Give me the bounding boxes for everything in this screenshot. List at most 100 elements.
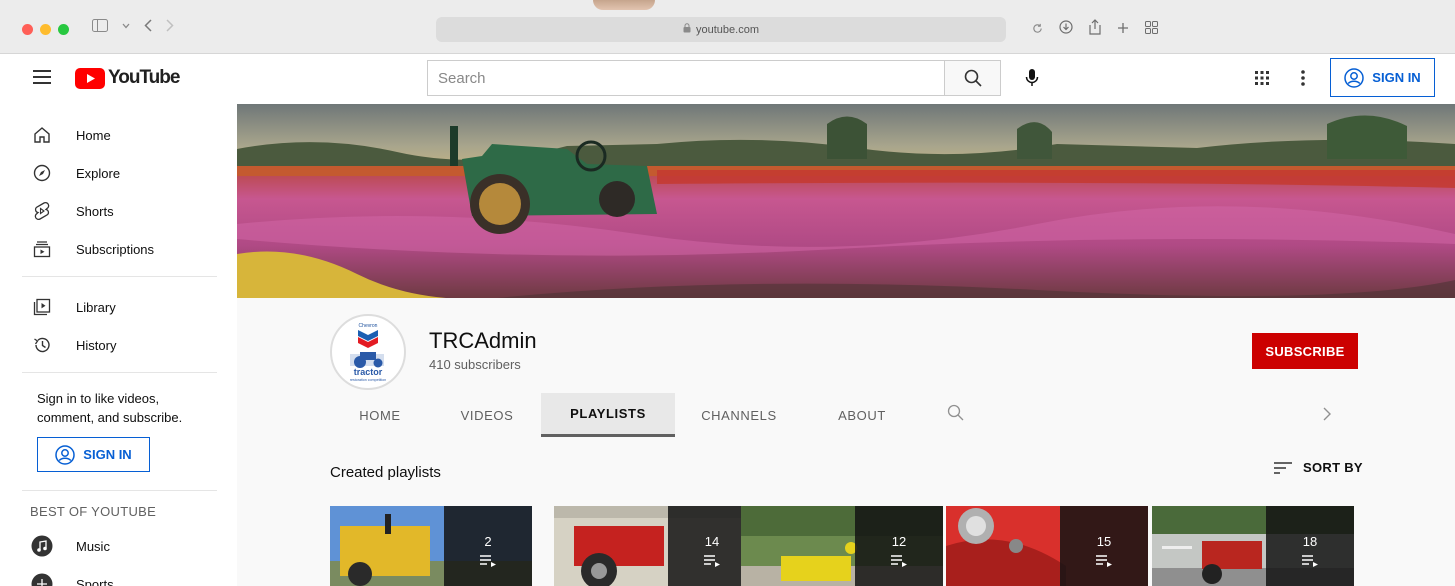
history-icon: [31, 334, 53, 356]
sidebar-item-label: Sports: [76, 576, 114, 586]
sidebar-divider: [22, 276, 217, 277]
video-count: 12: [891, 534, 907, 549]
library-icon: [31, 296, 53, 318]
close-window-button[interactable]: [22, 24, 33, 35]
sidebar-item-sports[interactable]: Sports: [0, 565, 237, 586]
chevron-down-icon[interactable]: [122, 23, 130, 29]
sort-by-label: SORT BY: [1303, 460, 1363, 475]
zoom-window-button[interactable]: [58, 24, 69, 35]
channel-header: Chevron tractor restoration competition …: [237, 298, 1455, 438]
sidebar-item-library[interactable]: Library: [0, 288, 237, 326]
subscriber-count: 410 subscribers: [429, 357, 521, 372]
playlist-card[interactable]: 12: [741, 506, 943, 586]
browser-toolbar: youtube.com: [0, 0, 1455, 54]
channel-search-icon[interactable]: [947, 404, 964, 426]
download-icon[interactable]: [1059, 20, 1073, 39]
playlist-overlay: 12: [855, 506, 943, 586]
sign-in-label: SIGN IN: [1372, 70, 1421, 85]
created-playlists-heading: Created playlists: [330, 464, 441, 481]
sidebar-divider: [22, 372, 217, 373]
search-button[interactable]: [944, 60, 1001, 96]
restoration-text: restoration competition: [350, 378, 386, 382]
menu-icon[interactable]: [33, 70, 51, 84]
tab-about[interactable]: ABOUT: [815, 393, 909, 437]
tab-channels[interactable]: CHANNELS: [687, 393, 791, 437]
account-icon: [1344, 67, 1365, 88]
playlist-card[interactable]: 14: [554, 506, 756, 586]
logo-text: YouTube: [108, 67, 180, 88]
playlist-card[interactable]: 2: [330, 506, 532, 586]
sidebar-item-home[interactable]: Home: [0, 116, 237, 154]
playlist-card[interactable]: 15: [946, 506, 1148, 586]
playlist-icon: [704, 555, 720, 567]
hand-graphic: [593, 0, 655, 10]
sidebar-item-shorts[interactable]: Shorts: [0, 192, 237, 230]
playlist-overlay: 18: [1266, 506, 1354, 586]
video-count: 14: [704, 534, 720, 549]
youtube-logo[interactable]: YouTube: [75, 67, 180, 89]
playlists-section: Created playlists SORT BY 2 14 12 15 18: [237, 438, 1455, 586]
tab-playlists[interactable]: PLAYLISTS: [541, 393, 675, 437]
forward-icon[interactable]: [166, 19, 174, 32]
channel-banner: [237, 104, 1455, 298]
search-icon: [964, 69, 982, 87]
share-icon[interactable]: [1089, 19, 1101, 40]
minimize-window-button[interactable]: [40, 24, 51, 35]
sidebar-item-history[interactable]: History: [0, 326, 237, 364]
sidebar-item-explore[interactable]: Explore: [0, 154, 237, 192]
reload-icon[interactable]: [1032, 21, 1043, 39]
url-text: youtube.com: [696, 23, 759, 36]
tab-home[interactable]: HOME: [335, 393, 425, 437]
more-vert-icon: [1301, 70, 1305, 86]
sign-in-button[interactable]: SIGN IN: [1330, 58, 1435, 97]
best-of-youtube-heading: BEST OF YOUTUBE: [30, 504, 157, 519]
sidebar-divider: [22, 490, 217, 491]
chevron-right-icon[interactable]: [1323, 405, 1331, 426]
settings-more-button[interactable]: [1293, 66, 1313, 90]
address-bar[interactable]: youtube.com: [436, 17, 1006, 42]
microphone-icon: [1025, 69, 1039, 86]
sidebar-item-label: History: [76, 337, 117, 353]
video-count: 15: [1096, 534, 1112, 549]
search-box: [427, 60, 945, 96]
voice-search-button[interactable]: [1018, 64, 1046, 92]
sidebar-toggle-icon[interactable]: [92, 19, 108, 32]
search-input[interactable]: [438, 69, 945, 87]
playlist-overlay: 2: [444, 506, 532, 586]
playlist-icon: [480, 555, 496, 567]
youtube-play-icon: [75, 67, 105, 89]
playlist-card[interactable]: 18: [1152, 506, 1354, 586]
video-count: 18: [1302, 534, 1318, 549]
channel-content: Chevron tractor restoration competition …: [237, 298, 1455, 586]
sidebar-item-label: Library: [76, 299, 116, 315]
apps-grid-icon: [1255, 71, 1269, 85]
tractor-text: tractor: [354, 367, 383, 377]
sidebar-item-label: Explore: [76, 165, 121, 181]
music-icon: [31, 535, 53, 557]
tab-overview-icon[interactable]: [1145, 20, 1158, 39]
apps-button[interactable]: [1250, 66, 1274, 90]
sports-icon: [31, 573, 53, 586]
youtube-masthead: YouTube SIGN IN: [0, 54, 1455, 104]
subscribe-button[interactable]: SUBSCRIBE: [1252, 333, 1358, 369]
home-icon: [31, 124, 53, 146]
channel-avatar[interactable]: Chevron tractor restoration competition: [330, 314, 406, 390]
sidebar-item-music[interactable]: Music: [0, 527, 237, 565]
sidebar-item-subscriptions[interactable]: Subscriptions: [0, 230, 237, 268]
back-icon[interactable]: [144, 19, 152, 32]
video-count: 2: [484, 534, 492, 549]
sort-by-button[interactable]: SORT BY: [1273, 460, 1363, 475]
playlist-icon: [1302, 555, 1318, 567]
tab-videos[interactable]: VIDEOS: [441, 393, 533, 437]
sidebar-sign-in-button[interactable]: SIGN IN: [37, 437, 150, 472]
sidebar-item-label: Subscriptions: [76, 241, 155, 257]
sidebar-item-label: Home: [76, 127, 111, 143]
compass-icon: [31, 162, 53, 184]
playlist-icon: [1096, 555, 1112, 567]
sign-in-label: SIGN IN: [83, 447, 132, 462]
playlist-icon: [891, 555, 907, 567]
new-tab-icon[interactable]: [1117, 21, 1129, 39]
playlist-overlay: 15: [1060, 506, 1148, 586]
shorts-icon: [31, 200, 53, 222]
channel-tabs: HOME VIDEOS PLAYLISTS CHANNELS ABOUT: [237, 393, 1455, 439]
